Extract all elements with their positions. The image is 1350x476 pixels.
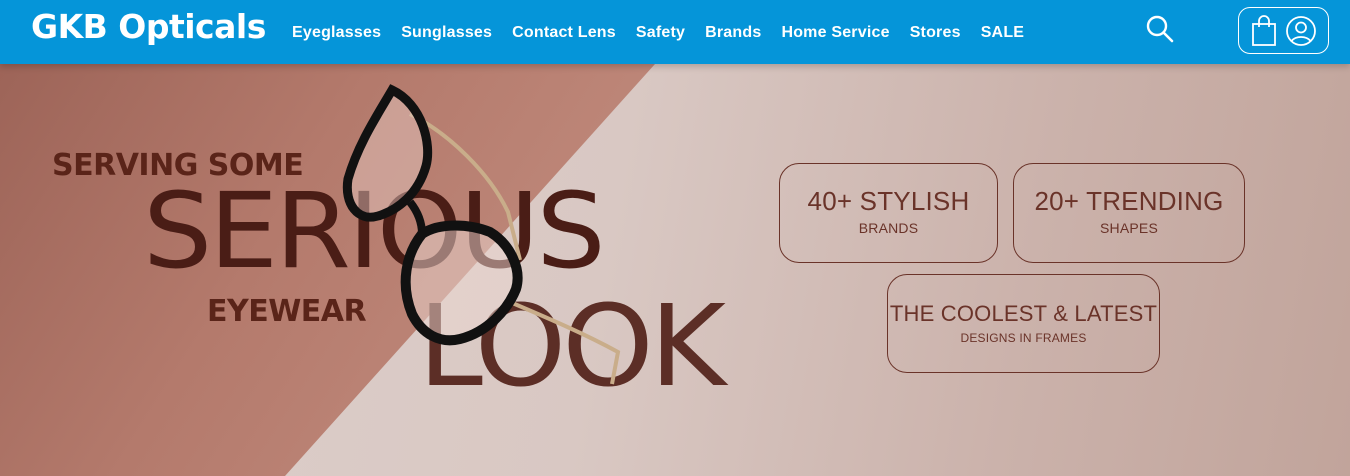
nav-home-service[interactable]: Home Service [781, 23, 889, 42]
site-header: GKB Opticals Eyeglasses Sunglasses Conta… [0, 0, 1350, 64]
feature-stylish-brands: 40+ STYLISH BRANDS [779, 163, 998, 263]
search-icon[interactable] [1143, 12, 1177, 46]
nav-sale[interactable]: SALE [981, 23, 1024, 42]
nav-sunglasses[interactable]: Sunglasses [401, 23, 492, 42]
main-nav: Eyeglasses Sunglasses Contact Lens Safet… [282, 0, 1034, 64]
feature-title: 20+ TRENDING [1034, 186, 1224, 216]
nav-brands[interactable]: Brands [705, 23, 761, 42]
hero-banner[interactable]: SERVING SOME SERIOUS EYEWEAR LOOK 40+ ST… [0, 64, 1350, 476]
nav-stores[interactable]: Stores [910, 23, 961, 42]
feature-trending-shapes: 20+ TRENDING SHAPES [1013, 163, 1245, 263]
nav-safety[interactable]: Safety [636, 23, 685, 42]
feature-latest-designs: THE COOLEST & LATEST DESIGNS IN FRAMES [887, 274, 1160, 373]
nav-contact-lens[interactable]: Contact Lens [512, 23, 616, 42]
feature-subtitle: DESIGNS IN FRAMES [960, 331, 1087, 345]
nav-eyeglasses[interactable]: Eyeglasses [292, 23, 381, 42]
site-logo[interactable]: GKB Opticals [31, 7, 266, 46]
cart-account-group [1238, 7, 1329, 54]
feature-title: THE COOLEST & LATEST [889, 301, 1158, 326]
feature-title: 40+ STYLISH [807, 186, 970, 216]
eyeglasses-image [342, 84, 621, 385]
user-icon[interactable] [1285, 15, 1317, 47]
feature-subtitle: SHAPES [1100, 220, 1158, 236]
feature-subtitle: BRANDS [858, 220, 919, 236]
shopping-bag-icon[interactable] [1251, 15, 1277, 47]
